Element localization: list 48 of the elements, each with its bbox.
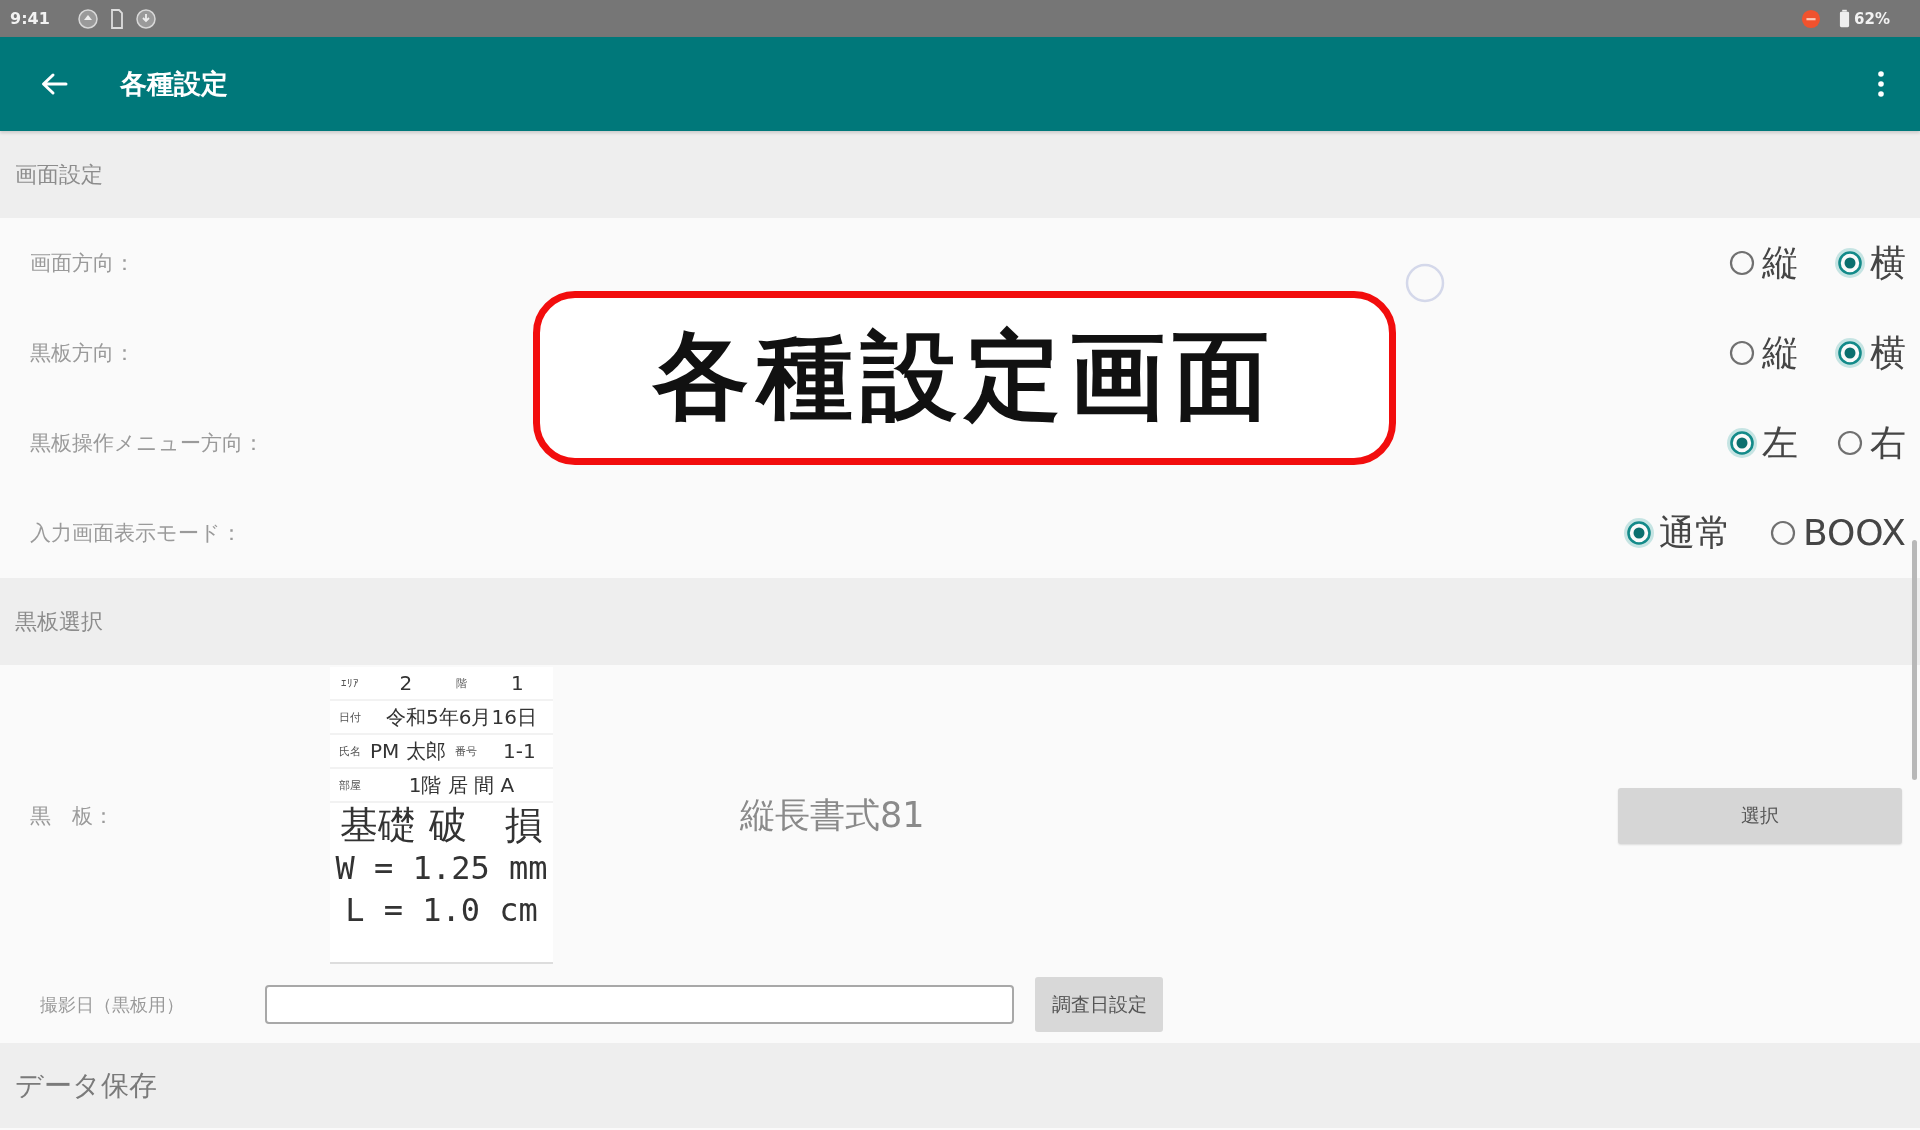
radio-option[interactable]: 縦: [1726, 335, 1798, 371]
board-field-label: 番号: [453, 743, 478, 759]
board-field-label: 部屋: [338, 777, 362, 793]
board-field-value: PM 太郎: [370, 737, 446, 765]
select-button[interactable]: 選択: [1618, 787, 1902, 844]
status-time: 9:41: [10, 9, 50, 28]
setting-label: 画面方向：: [30, 250, 135, 277]
radio-option[interactable]: 横: [1834, 245, 1906, 281]
battery-icon: [1839, 9, 1851, 28]
date-label: 撮影日（黒板用）: [39, 992, 185, 1017]
board-field-value: 1: [509, 671, 525, 695]
section-header: データ保存: [0, 1043, 1920, 1128]
board-field-value: 令和5年6月16日: [385, 703, 538, 731]
board-field-label: 氏名: [338, 743, 362, 759]
radio-option[interactable]: 通常: [1622, 515, 1731, 551]
setting-label: 黒 板：: [29, 802, 115, 830]
board-field-label: 階: [455, 675, 468, 691]
screen-title: 各種設定: [120, 67, 228, 101]
radio-option[interactable]: BOOX: [1766, 515, 1906, 551]
radio-option[interactable]: 左: [1726, 425, 1798, 461]
overflow-menu-icon[interactable]: [1877, 70, 1885, 98]
set-date-button[interactable]: 調査日設定: [1035, 977, 1163, 1032]
board-measurement: L = 1.0 cm: [344, 890, 539, 931]
callout-banner: 各種設定画面: [533, 291, 1396, 465]
back-arrow-icon[interactable]: [40, 72, 68, 96]
board-field-value: 1階 居 間 A: [407, 771, 516, 799]
radio-option[interactable]: 右: [1834, 425, 1906, 461]
battery-percent: 62%: [1854, 9, 1890, 28]
up-arrow-circle-icon: [77, 8, 98, 29]
radio-option[interactable]: 横: [1834, 335, 1906, 371]
minus-circle-icon: [1801, 8, 1822, 29]
section-header: 画面設定: [0, 131, 1920, 218]
sim-card-icon: [109, 8, 124, 29]
board-field-value: 1-1: [502, 739, 537, 763]
board-heading: 基礎 破 損: [339, 803, 544, 847]
format-name: 縦長書式81: [740, 794, 925, 837]
board-field-value: 2: [398, 671, 414, 695]
radio-option[interactable]: 縦: [1726, 245, 1798, 281]
board-measurement: W = 1.25 mm: [334, 848, 549, 889]
section-header: 黒板選択: [0, 578, 1920, 665]
board-field-label: 日付: [338, 709, 362, 725]
setting-label: 黒板操作メニュー方向：: [30, 430, 264, 457]
ring-icon: [1405, 263, 1445, 303]
setting-label: 入力画面表示モード：: [30, 520, 242, 547]
setting-label: 黒板方向：: [30, 340, 135, 367]
board-field-label: ｴﾘｱ: [340, 676, 360, 690]
date-field[interactable]: [265, 985, 1014, 1024]
download-icon: [135, 8, 156, 29]
